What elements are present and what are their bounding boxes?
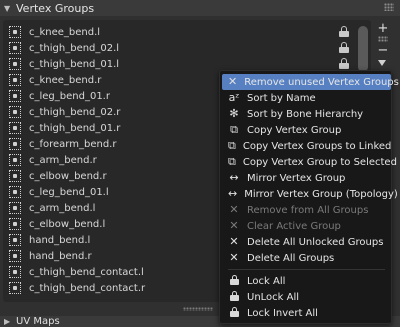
- list-item[interactable]: c_knee_bend.l: [3, 24, 353, 40]
- copy-icon: ⧉: [228, 155, 236, 168]
- uv-panel-title: UV Maps: [16, 316, 60, 327]
- menu-item-remove-unused[interactable]: ✕ Remove unused Vertex Groups: [222, 74, 399, 90]
- vertex-group-icon: [9, 266, 21, 278]
- menu-item-label: Copy Vertex Group to Selected: [242, 156, 397, 168]
- vertex-group-name: hand_bend.r: [29, 250, 92, 262]
- menu-item-label: Remove unused Vertex Groups: [244, 76, 399, 88]
- menu-separator: [228, 269, 385, 270]
- menu-item-mirror-group[interactable]: ↔ Mirror Vertex Group: [222, 170, 391, 186]
- vertex-group-name: c_elbow_bend.r: [29, 170, 107, 182]
- menu-item-delete-unlocked[interactable]: ✕ Delete All Unlocked Groups: [222, 234, 391, 250]
- menu-item-clear-active: ✕ Clear Active Group: [222, 218, 391, 234]
- vertex-group-name: c_knee_bend.l: [29, 26, 101, 38]
- x-icon: ✕: [229, 203, 239, 216]
- vertex-group-name: c_leg_bend_01.l: [29, 186, 109, 198]
- menu-item-remove-from-all: ✕ Remove from All Groups: [222, 202, 391, 218]
- vertex-group-name: hand_bend.l: [29, 234, 91, 246]
- vertex-group-name: c_knee_bend.r: [29, 74, 102, 86]
- menu-item-label: Delete All Groups: [247, 252, 335, 264]
- add-vertex-group-button[interactable]: +: [376, 22, 390, 36]
- remove-vertex-group-button[interactable]: −: [376, 44, 390, 58]
- bone-icon: ✻: [229, 107, 239, 120]
- x-icon: ✕: [229, 235, 239, 248]
- vertex-group-name: c_arm_bend.l: [29, 202, 96, 214]
- menu-item-label: Sort by Bone Hierarchy: [247, 108, 364, 120]
- menu-item-label: Copy Vertex Groups to Linked: [242, 140, 392, 152]
- x-icon: ✕: [229, 251, 239, 264]
- vertex-group-name: c_elbow_bend.l: [29, 218, 106, 230]
- menu-item-lock-invert[interactable]: Lock Invert All: [222, 305, 391, 321]
- vertex-group-name: c_thigh_bend_01.l: [29, 58, 120, 70]
- copy-icon: ⧉: [228, 139, 236, 152]
- vertex-group-name: c_arm_bend.r: [29, 154, 97, 166]
- menu-item-label: Mirror Vertex Group: [247, 172, 346, 184]
- menu-item-delete-all[interactable]: ✕ Delete All Groups: [222, 250, 391, 266]
- lock-icon[interactable]: [339, 58, 349, 69]
- vertex-group-icon: [9, 202, 21, 214]
- vertex-group-icon: [9, 58, 21, 70]
- menu-item-label: Sort by Name: [247, 92, 316, 104]
- lock-icon[interactable]: [339, 42, 349, 53]
- vertex-group-icon: [9, 282, 21, 294]
- copy-icon: ⧉: [230, 123, 238, 136]
- menu-item-label: Mirror Vertex Group (Topology): [244, 188, 398, 200]
- menu-item-unlock-all[interactable]: UnLock All: [222, 289, 391, 305]
- menu-item-copy-to-selected[interactable]: ⧉ Copy Vertex Group to Selected: [222, 154, 397, 170]
- vertex-group-icon: [9, 218, 21, 230]
- vertex-group-name: c_forearm_bend.r: [29, 138, 117, 150]
- vertex-group-icon: [9, 154, 21, 166]
- menu-item-label: UnLock All: [247, 291, 300, 303]
- mirror-icon: ↔: [228, 187, 238, 200]
- menu-item-copy-to-linked[interactable]: ⧉ Copy Vertex Groups to Linked: [222, 138, 391, 154]
- separator-dots-icon: [378, 36, 388, 42]
- vertex-group-icon: [9, 186, 21, 198]
- menu-item-sort-by-name[interactable]: aᶻ Sort by Name: [222, 90, 391, 106]
- expand-triangle-icon[interactable]: ▶: [4, 317, 16, 326]
- menu-item-label: Delete All Unlocked Groups: [247, 236, 384, 248]
- vertex-group-name: c_thigh_bend_01.r: [29, 122, 121, 134]
- collapse-triangle-icon[interactable]: ▼: [4, 4, 16, 13]
- menu-item-label: Remove from All Groups: [247, 204, 369, 216]
- vertex-group-icon: [9, 138, 21, 150]
- lock-icon: [228, 275, 240, 287]
- sort-alpha-icon: aᶻ: [228, 91, 240, 104]
- drag-grip-icon[interactable]: [384, 3, 394, 11]
- vertex-group-icon: [9, 250, 21, 262]
- menu-item-lock-all[interactable]: Lock All: [222, 273, 391, 289]
- vertex-groups-panel-header[interactable]: ▼ Vertex Groups: [0, 0, 400, 16]
- vertex-group-name: c_thigh_bend_02.r: [29, 106, 121, 118]
- mirror-icon: ↔: [229, 171, 239, 184]
- menu-item-label: Copy Vertex Group: [247, 124, 342, 136]
- vertex-group-icon: [9, 170, 21, 182]
- vertex-group-icon: [9, 106, 21, 118]
- menu-item-copy-group[interactable]: ⧉ Copy Vertex Group: [222, 122, 391, 138]
- vertex-group-icon: [9, 122, 21, 134]
- x-icon: ✕: [229, 219, 239, 232]
- vertex-group-icon: [9, 26, 21, 38]
- vertex-group-icon: [9, 234, 21, 246]
- panel-title: Vertex Groups: [16, 1, 95, 15]
- lock-icon: [228, 307, 240, 319]
- x-icon: ✕: [228, 75, 238, 88]
- vertex-group-icon: [9, 74, 21, 86]
- menu-item-label: Clear Active Group: [247, 220, 341, 232]
- specials-menu-icon[interactable]: [378, 60, 386, 66]
- list-item[interactable]: c_thigh_bend_02.l: [3, 40, 353, 56]
- lock-icon: [228, 291, 240, 303]
- menu-item-mirror-topology[interactable]: ↔ Mirror Vertex Group (Topology): [222, 186, 398, 202]
- vertex-group-icon: [9, 90, 21, 102]
- vertex-group-icon: [9, 42, 21, 54]
- menu-item-sort-by-bone[interactable]: ✻ Sort by Bone Hierarchy: [222, 106, 391, 122]
- vertex-group-name: c_thigh_bend_02.l: [29, 42, 120, 54]
- vertex-group-specials-menu: ✕ Remove unused Vertex Groups aᶻ Sort by N…: [219, 70, 399, 324]
- vertex-group-name: c_leg_bend_01.r: [29, 90, 110, 102]
- menu-item-label: Lock Invert All: [247, 307, 318, 319]
- list-scrollbar[interactable]: [358, 26, 368, 72]
- vertex-group-name: c_thigh_bend_contact.r: [29, 282, 146, 294]
- lock-icon[interactable]: [339, 26, 349, 37]
- vertex-group-name: c_thigh_bend_contact.l: [29, 266, 144, 278]
- menu-item-label: Lock All: [247, 275, 286, 287]
